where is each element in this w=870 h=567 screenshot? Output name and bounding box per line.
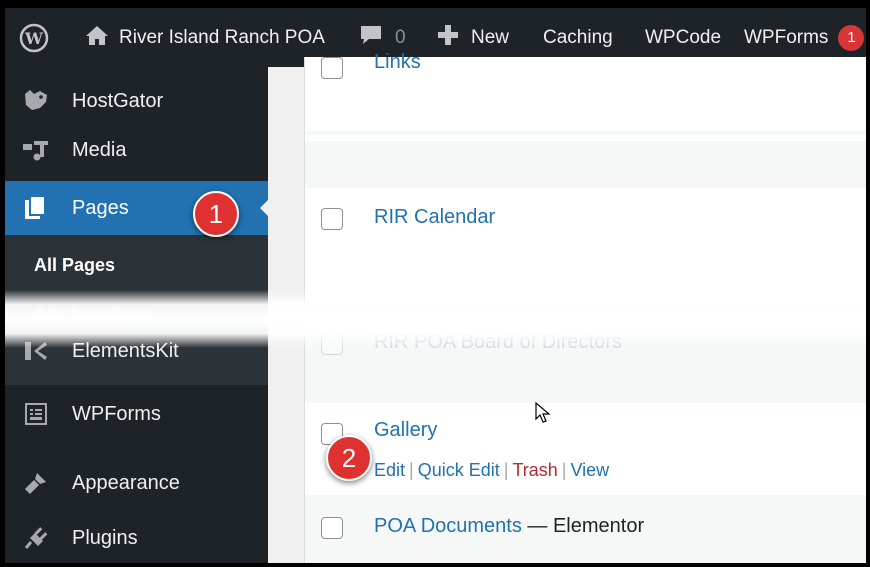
table-row: RIR POA Board of Directors	[305, 303, 866, 403]
annotation-callout-1: 1	[193, 191, 239, 237]
media-icon	[21, 135, 51, 165]
separator: |	[409, 460, 414, 480]
wpcode-label: WPCode	[645, 26, 722, 48]
new-label: New	[471, 26, 510, 48]
caching-label: Caching	[543, 26, 613, 48]
sidebar-item-elementskit[interactable]: ElementsKit	[5, 329, 268, 373]
wpforms-icon	[21, 399, 51, 429]
sidebar-item-media[interactable]: Media	[5, 128, 268, 172]
row-actions: Edit | Quick Edit | Trash | View	[374, 460, 609, 481]
sidebar-item-label: Appearance	[72, 471, 180, 494]
mouse-cursor-icon	[535, 401, 551, 429]
sidebar-item-hostgator[interactable]: HostGator	[5, 79, 268, 123]
notification-badge: 1	[838, 24, 865, 51]
sidebar-item-label: Media	[72, 138, 127, 161]
site-name-link[interactable]: River Island Ranch POA	[85, 8, 325, 67]
row-checkbox[interactable]	[321, 208, 343, 230]
row-checkbox[interactable]	[321, 57, 343, 79]
submenu-add-new-page[interactable]: Add New Page	[34, 304, 154, 325]
quick-edit-link[interactable]: Quick Edit	[418, 460, 500, 480]
pages-icon	[21, 193, 51, 223]
plus-icon	[437, 24, 459, 52]
elementskit-icon	[21, 336, 51, 366]
table-row: POA Documents — Elementor	[305, 495, 866, 563]
separator: |	[503, 460, 509, 480]
post-state-label: — Elementor	[521, 515, 645, 537]
hostgator-icon	[21, 86, 51, 116]
table-row	[305, 141, 866, 188]
svg-text:W: W	[24, 29, 44, 48]
page-title-link[interactable]: Links	[374, 51, 421, 74]
edit-link[interactable]: Edit	[374, 460, 405, 480]
main-content: Links RIR Calendar RIR POA Board of Dire…	[268, 51, 866, 563]
annotation-callout-2: 2	[326, 435, 372, 481]
table-row: Gallery Edit | Quick Edit | Trash | View	[305, 403, 866, 495]
table-row: Links	[305, 51, 866, 131]
sidebar-item-wpforms[interactable]: WPForms	[5, 392, 268, 436]
sidebar-item-label: HostGator	[72, 89, 164, 112]
sidebar-item-label: Plugins	[72, 526, 138, 549]
submenu-all-pages[interactable]: All Pages	[34, 255, 115, 276]
row-checkbox[interactable]	[321, 517, 343, 539]
comment-bubble-icon	[359, 24, 383, 52]
home-icon	[85, 24, 109, 52]
browser-viewport: W River Island Ranch POA 0 New Caching W…	[5, 8, 866, 563]
admin-sidebar: HostGator Media Pages All Pages Add New …	[5, 67, 268, 563]
sidebar-item-label: Pages	[72, 196, 129, 219]
table-row: RIR Calendar	[305, 188, 866, 303]
sidebar-item-appearance[interactable]: Appearance	[5, 461, 268, 505]
separator: |	[561, 460, 567, 480]
page-title-link[interactable]: Gallery	[374, 419, 437, 442]
page-title-link[interactable]: RIR POA Board of Directors	[374, 331, 622, 354]
paintbrush-icon	[21, 468, 51, 498]
page-title-link[interactable]: POA Documents — Elementor	[374, 515, 644, 538]
view-link[interactable]: View	[570, 460, 609, 480]
plug-icon	[21, 523, 51, 553]
row-checkbox[interactable]	[321, 333, 343, 355]
wpforms-label: WPForms	[744, 26, 829, 48]
wordpress-logo-icon[interactable]: W	[19, 8, 49, 67]
pages-list-table: Links RIR Calendar RIR POA Board of Dire…	[304, 51, 866, 563]
page-title-text: POA Documents	[374, 515, 522, 537]
trash-link[interactable]: Trash	[512, 460, 557, 480]
row-divider	[305, 131, 866, 135]
sidebar-item-plugins[interactable]: Plugins	[5, 516, 268, 560]
site-name-label: River Island Ranch POA	[119, 26, 325, 48]
sidebar-item-label: WPForms	[72, 402, 161, 425]
comments-count: 0	[395, 26, 406, 48]
sidebar-item-label: ElementsKit	[72, 339, 179, 362]
page-title-link[interactable]: RIR Calendar	[374, 206, 495, 229]
